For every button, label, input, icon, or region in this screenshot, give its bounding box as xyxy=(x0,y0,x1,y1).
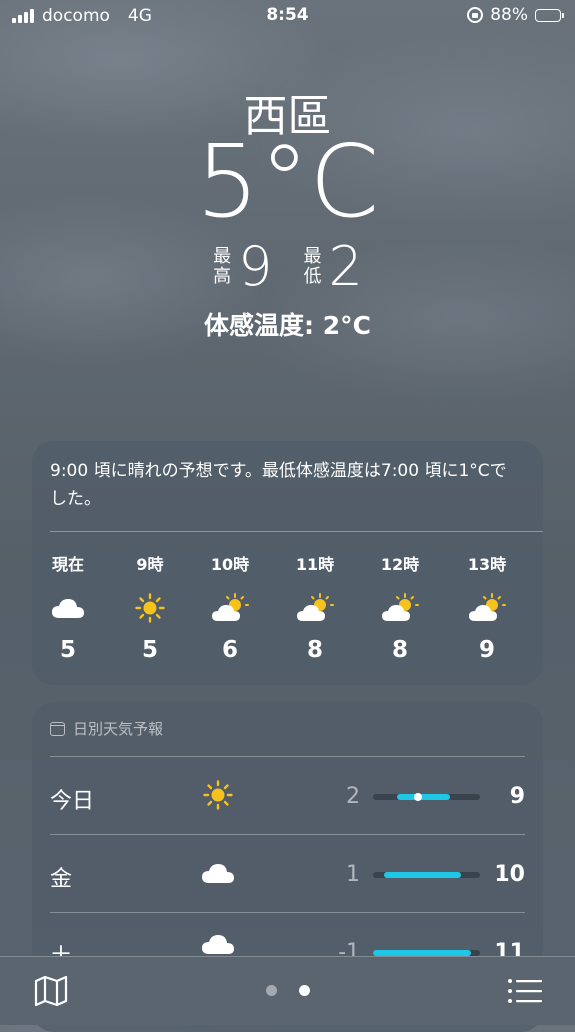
divider xyxy=(50,531,543,532)
high-label: 最高 xyxy=(213,246,232,287)
day-row[interactable]: 金 1 10 xyxy=(50,834,525,913)
low-value: 2 xyxy=(328,235,363,298)
hour-temp: 8 xyxy=(391,637,408,663)
day-max-temp: 9 xyxy=(509,784,525,809)
low-temp: 最低 2 xyxy=(303,240,363,294)
hour-label: 現在 xyxy=(51,555,84,574)
temp-range-bar xyxy=(373,872,480,878)
hour-temp: 5 xyxy=(141,637,158,663)
hour-item: 9時 5 xyxy=(115,551,185,663)
hour-label: 9時 xyxy=(136,555,164,574)
hour-item: 12時 8 xyxy=(365,551,435,663)
hour-label: 10時 xyxy=(210,555,250,574)
partly-sunny-icon xyxy=(452,589,522,627)
hour-temp: 9 xyxy=(478,637,495,663)
hour-item: 現在 5 xyxy=(33,551,103,663)
calendar-icon xyxy=(50,721,65,736)
bottom-toolbar xyxy=(0,956,575,1025)
temp-range-fill xyxy=(396,794,451,800)
partly-sunny-icon xyxy=(195,589,265,627)
page-dot[interactable] xyxy=(265,985,277,996)
temp-range-bar xyxy=(373,793,480,801)
battery-percent: 88% xyxy=(490,5,528,25)
high-low: 最高 9 最低 2 xyxy=(0,240,575,294)
hourly-list: 現在 5 9時 5 10時 6 11時 8 12時 8 13時 9 xyxy=(32,551,543,671)
hour-item: 13時 9 xyxy=(452,551,522,663)
daily-header: 日別天気予報 xyxy=(50,718,163,739)
hour-item: 11時 8 xyxy=(280,551,350,663)
partly-sunny-icon xyxy=(280,589,350,627)
daily-title: 日別天気予報 xyxy=(73,720,164,738)
partly-sunny-icon xyxy=(365,589,435,627)
high-temp: 最高 9 xyxy=(212,240,272,294)
hour-temp: 8 xyxy=(306,637,323,663)
day-min-temp: 2 xyxy=(346,784,360,809)
hour-temp: 6 xyxy=(221,637,238,663)
current-temp-dot xyxy=(413,793,422,801)
day-max-temp: 10 xyxy=(494,862,525,887)
hour-label: 12時 xyxy=(380,555,420,574)
status-bar: docomo 4G 8:54 88% xyxy=(0,0,575,34)
day-name: 金 xyxy=(50,867,73,892)
temp-range-fill xyxy=(383,872,461,878)
page-indicator[interactable] xyxy=(0,985,575,996)
hour-temp: 5 xyxy=(59,637,76,663)
day-name: 今日 xyxy=(50,789,95,814)
hour-label: 13時 xyxy=(467,555,507,574)
day-row[interactable]: 今日 2 9 xyxy=(50,756,525,835)
day-min-temp: 1 xyxy=(346,862,360,887)
sun-icon xyxy=(115,589,185,627)
cloud-icon xyxy=(198,853,238,893)
hour-label: 11時 xyxy=(295,555,335,574)
battery-icon xyxy=(535,8,564,22)
hourly-forecast-card[interactable]: 9:00 頃に晴れの予想です。最低体感温度は7:00 頃に1°Cでした。 現在 … xyxy=(32,441,543,685)
feels-like: 体感温度: 2°C xyxy=(204,311,371,340)
status-right: 88% xyxy=(467,5,564,25)
high-value: 9 xyxy=(238,235,273,298)
page-dot[interactable] xyxy=(298,985,310,996)
list-icon[interactable] xyxy=(507,975,543,1007)
cloud-icon xyxy=(33,589,103,627)
hour-item: 10時 6 xyxy=(195,551,265,663)
low-label: 最低 xyxy=(303,246,322,287)
current-temperature: 5°C xyxy=(195,123,380,240)
forecast-summary: 9:00 頃に晴れの予想です。最低体感温度は7:00 頃に1°Cでした。 xyxy=(50,461,507,509)
rotation-lock-icon xyxy=(467,7,484,23)
sun-icon xyxy=(198,775,238,815)
